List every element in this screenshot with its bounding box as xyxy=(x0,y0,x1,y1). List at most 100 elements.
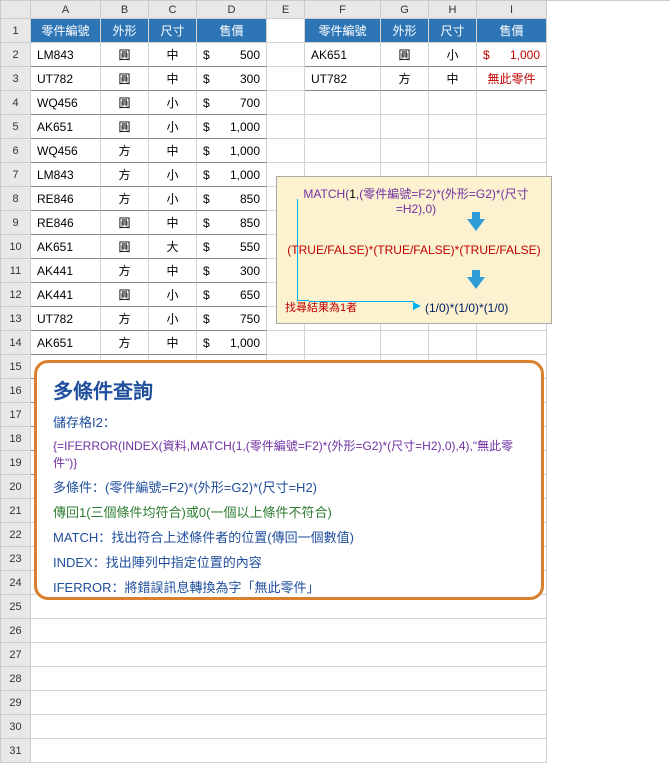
row-header[interactable]: 2 xyxy=(1,43,31,67)
empty-cell[interactable] xyxy=(267,43,305,67)
price-cell[interactable]: $1,000 xyxy=(197,115,267,139)
size-cell[interactable]: 小 xyxy=(149,91,197,115)
row-header[interactable]: 1 xyxy=(1,19,31,43)
row-header[interactable]: 16 xyxy=(1,379,31,403)
empty-cell[interactable] xyxy=(305,91,381,115)
row-header[interactable]: 26 xyxy=(1,619,31,643)
price-cell[interactable]: $650 xyxy=(197,283,267,307)
price-cell[interactable]: $850 xyxy=(197,187,267,211)
price-cell[interactable]: $300 xyxy=(197,259,267,283)
shape-cell[interactable]: 方 xyxy=(101,331,149,355)
row-header[interactable]: 11 xyxy=(1,259,31,283)
price-cell[interactable]: $850 xyxy=(197,211,267,235)
shape-cell[interactable]: 方 xyxy=(101,259,149,283)
lookup-shape-cell[interactable]: 圓 xyxy=(381,43,429,67)
shape-cell[interactable]: 圓 xyxy=(101,235,149,259)
empty-cell[interactable] xyxy=(429,331,477,355)
row-header[interactable]: 7 xyxy=(1,163,31,187)
row-header[interactable]: 30 xyxy=(1,715,31,739)
part-cell[interactable]: AK651 xyxy=(31,235,101,259)
empty-cell[interactable] xyxy=(305,331,381,355)
part-cell[interactable]: UT782 xyxy=(31,307,101,331)
empty-cell[interactable] xyxy=(305,139,381,163)
table-header[interactable]: 尺寸 xyxy=(149,19,197,43)
part-cell[interactable]: AK441 xyxy=(31,283,101,307)
table-header[interactable]: 外形 xyxy=(101,19,149,43)
part-cell[interactable]: UT782 xyxy=(31,67,101,91)
empty-cell[interactable] xyxy=(305,115,381,139)
row-header[interactable]: 12 xyxy=(1,283,31,307)
table-header[interactable]: 售價 xyxy=(197,19,267,43)
row-header[interactable]: 22 xyxy=(1,523,31,547)
row-header[interactable]: 13 xyxy=(1,307,31,331)
empty-cell[interactable] xyxy=(429,139,477,163)
empty-cell[interactable] xyxy=(381,139,429,163)
row-header[interactable]: 21 xyxy=(1,499,31,523)
size-cell[interactable]: 大 xyxy=(149,235,197,259)
shape-cell[interactable]: 方 xyxy=(101,307,149,331)
empty-cell[interactable] xyxy=(381,115,429,139)
part-cell[interactable]: RE846 xyxy=(31,187,101,211)
shape-cell[interactable]: 圓 xyxy=(101,67,149,91)
price-cell[interactable]: $1,000 xyxy=(197,331,267,355)
size-cell[interactable]: 小 xyxy=(149,283,197,307)
row-header[interactable]: 25 xyxy=(1,595,31,619)
column-header[interactable]: D xyxy=(197,1,267,19)
empty-cell[interactable] xyxy=(381,331,429,355)
row-header[interactable]: 20 xyxy=(1,475,31,499)
empty-row[interactable] xyxy=(31,691,547,715)
row-header[interactable]: 5 xyxy=(1,115,31,139)
size-cell[interactable]: 小 xyxy=(149,163,197,187)
empty-cell[interactable] xyxy=(477,331,547,355)
price-cell[interactable]: $1,000 xyxy=(197,139,267,163)
lookup-header[interactable]: 外形 xyxy=(381,19,429,43)
row-header[interactable]: 24 xyxy=(1,571,31,595)
size-cell[interactable]: 中 xyxy=(149,211,197,235)
price-cell[interactable]: $700 xyxy=(197,91,267,115)
row-header[interactable]: 6 xyxy=(1,139,31,163)
lookup-size-cell[interactable]: 中 xyxy=(429,67,477,91)
row-header[interactable]: 8 xyxy=(1,187,31,211)
empty-cell[interactable] xyxy=(267,139,305,163)
shape-cell[interactable]: 方 xyxy=(101,139,149,163)
price-cell[interactable]: $750 xyxy=(197,307,267,331)
empty-cell[interactable] xyxy=(267,115,305,139)
lookup-header[interactable]: 零件編號 xyxy=(305,19,381,43)
shape-cell[interactable]: 方 xyxy=(101,187,149,211)
size-cell[interactable]: 小 xyxy=(149,307,197,331)
size-cell[interactable]: 小 xyxy=(149,115,197,139)
part-cell[interactable]: AK441 xyxy=(31,259,101,283)
part-cell[interactable]: LM843 xyxy=(31,163,101,187)
empty-cell[interactable] xyxy=(429,91,477,115)
row-header[interactable]: 17 xyxy=(1,403,31,427)
price-cell[interactable]: $550 xyxy=(197,235,267,259)
lookup-part-cell[interactable]: UT782 xyxy=(305,67,381,91)
empty-row[interactable] xyxy=(31,739,547,763)
row-header[interactable]: 3 xyxy=(1,67,31,91)
empty-cell[interactable] xyxy=(381,91,429,115)
part-cell[interactable]: WQ456 xyxy=(31,91,101,115)
price-cell[interactable]: $1,000 xyxy=(477,43,547,67)
empty-cell[interactable] xyxy=(267,19,305,43)
row-header[interactable]: 28 xyxy=(1,667,31,691)
shape-cell[interactable]: 圓 xyxy=(101,115,149,139)
empty-cell[interactable] xyxy=(477,139,547,163)
column-header[interactable]: G xyxy=(381,1,429,19)
size-cell[interactable]: 中 xyxy=(149,259,197,283)
shape-cell[interactable]: 圓 xyxy=(101,91,149,115)
row-header[interactable]: 10 xyxy=(1,235,31,259)
column-header[interactable]: E xyxy=(267,1,305,19)
price-cell[interactable]: $1,000 xyxy=(197,163,267,187)
size-cell[interactable]: 中 xyxy=(149,67,197,91)
column-header[interactable]: A xyxy=(31,1,101,19)
part-cell[interactable]: AK651 xyxy=(31,331,101,355)
shape-cell[interactable]: 圓 xyxy=(101,283,149,307)
empty-row[interactable] xyxy=(31,667,547,691)
row-header[interactable]: 31 xyxy=(1,739,31,763)
row-header[interactable]: 9 xyxy=(1,211,31,235)
shape-cell[interactable]: 方 xyxy=(101,163,149,187)
corner-cell[interactable] xyxy=(1,1,31,19)
empty-row[interactable] xyxy=(31,619,547,643)
part-cell[interactable]: AK651 xyxy=(31,115,101,139)
empty-cell[interactable] xyxy=(477,91,547,115)
